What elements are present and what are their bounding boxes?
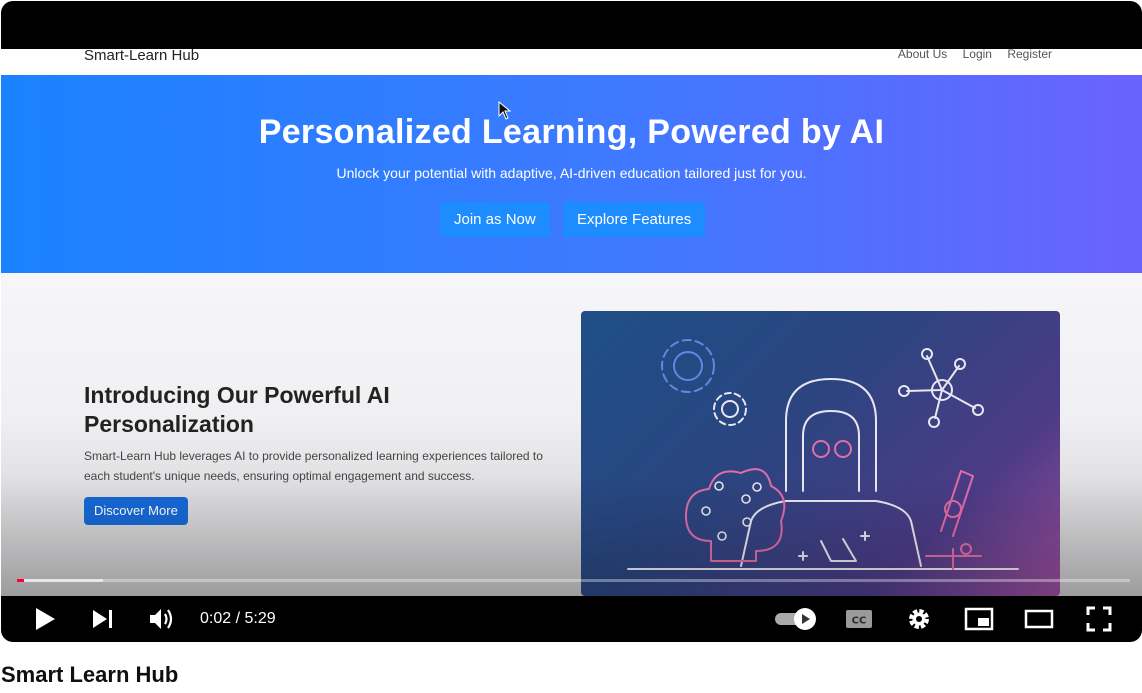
player-controls: 0:02 / 5:29 CC xyxy=(1,596,1142,642)
nav-about-us: About Us xyxy=(897,49,948,61)
intro-title: Introducing Our Powerful AI Personalizat… xyxy=(84,382,390,437)
discover-more-button: Discover More xyxy=(84,497,188,525)
volume-icon xyxy=(150,609,173,629)
site-hero: Personalized Learning, Powered by AI Unl… xyxy=(1,75,1142,273)
intro-section: Introducing Our Powerful AI Personalizat… xyxy=(1,273,1142,596)
fullscreen-icon xyxy=(1086,606,1112,632)
theater-icon xyxy=(1024,609,1054,629)
hero-title: Personalized Learning, Powered by AI xyxy=(258,113,885,151)
mouse-cursor-icon xyxy=(498,100,512,126)
join-button: Join as Now xyxy=(440,202,550,237)
nav-register: Register xyxy=(1007,49,1052,61)
intro-text: Smart-Learn Hub leverages AI to provide … xyxy=(84,449,543,483)
time-display: 0:02 / 5:29 xyxy=(200,610,276,627)
settings-icon xyxy=(909,609,929,629)
next-button[interactable] xyxy=(85,601,121,637)
autoplay-toggle-icon xyxy=(775,608,816,630)
volume-button[interactable] xyxy=(144,601,180,637)
play-button[interactable] xyxy=(27,601,63,637)
site-navbar: Smart-Learn Hub About Us Login Register xyxy=(1,49,1142,75)
explore-features-button: Explore Features xyxy=(563,202,706,237)
settings-button[interactable] xyxy=(901,601,937,637)
svg-text:CC: CC xyxy=(852,616,867,627)
miniplayer-button[interactable] xyxy=(961,601,997,637)
video-frame[interactable]: Smart-Learn Hub About Us Login Register … xyxy=(1,49,1142,596)
miniplayer-icon xyxy=(964,607,994,631)
site-nav-links: About Us Login Register xyxy=(886,49,1052,61)
progress-played xyxy=(17,579,24,582)
theater-mode-button[interactable] xyxy=(1021,601,1057,637)
autoplay-toggle[interactable] xyxy=(773,601,819,637)
next-icon xyxy=(93,610,112,628)
captions-icon: CC xyxy=(846,610,872,628)
ai-learning-illustration xyxy=(581,311,1060,596)
play-icon xyxy=(36,608,55,630)
hero-subtitle: Unlock your potential with adaptive, AI-… xyxy=(336,165,807,181)
video-player[interactable]: Smart-Learn Hub About Us Login Register … xyxy=(1,1,1142,642)
video-title: Smart Learn Hub xyxy=(1,662,179,687)
captions-button[interactable]: CC xyxy=(841,601,877,637)
site-brand: Smart-Learn Hub xyxy=(84,49,200,64)
fullscreen-button[interactable] xyxy=(1081,601,1117,637)
nav-login: Login xyxy=(962,49,992,61)
progress-buffered xyxy=(17,579,103,582)
progress-bar[interactable] xyxy=(17,579,1130,582)
